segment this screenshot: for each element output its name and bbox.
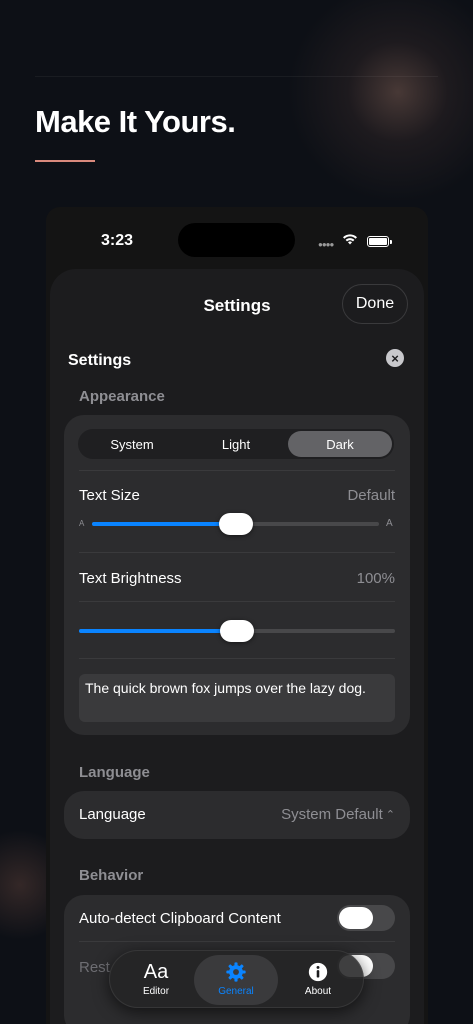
text-brightness-slider-thumb[interactable] xyxy=(220,620,254,642)
divider xyxy=(79,552,395,553)
gear-icon xyxy=(226,962,246,982)
tab-editor[interactable]: Aa Editor xyxy=(114,955,198,1005)
status-bar: 3:23 ●●●● xyxy=(46,207,428,267)
dynamic-island xyxy=(178,223,295,257)
text-size-slider-fill xyxy=(92,522,236,526)
language-group[interactable]: Language System Default ⌃ xyxy=(64,791,410,839)
divider xyxy=(79,470,395,471)
auto-detect-clipboard-toggle[interactable] xyxy=(337,905,395,931)
text-size-value: Default xyxy=(347,487,395,504)
segment-light[interactable]: Light xyxy=(184,431,288,457)
divider xyxy=(79,601,395,602)
text-brightness-label: Text Brightness xyxy=(79,570,182,587)
toggle-knob xyxy=(339,907,373,929)
text-size-label: Text Size xyxy=(79,487,140,504)
close-icon[interactable]: × xyxy=(386,349,404,367)
screen: Make It Yours. 3:23 ●●●● Settings Done S… xyxy=(0,0,473,1024)
tab-general[interactable]: General xyxy=(194,955,278,1005)
info-icon xyxy=(308,962,328,982)
tab-editor-label: Editor xyxy=(142,986,170,997)
segment-system[interactable]: System xyxy=(80,431,184,457)
text-size-large-glyph: A xyxy=(386,518,393,529)
text-preview: The quick brown fox jumps over the lazy … xyxy=(79,674,395,722)
headline: Make It Yours. xyxy=(35,104,236,139)
tab-bar: Aa Editor General About xyxy=(109,950,364,1008)
tab-about[interactable]: About xyxy=(276,955,360,1005)
wifi-icon xyxy=(343,234,357,245)
auto-detect-clipboard-label: Auto-detect Clipboard Content xyxy=(79,910,281,927)
appearance-header: Appearance xyxy=(79,388,165,405)
appearance-group: System Light Dark Text Size Default A A … xyxy=(64,415,410,735)
phone-frame: 3:23 ●●●● Settings Done Settings × Appea… xyxy=(46,207,428,1024)
restore-label: Rest xyxy=(79,959,110,976)
language-label: Language xyxy=(79,806,146,823)
divider xyxy=(79,941,395,942)
settings-sheet: Settings Done Settings × Appearance Syst… xyxy=(50,269,424,1024)
tab-general-label: General xyxy=(218,986,254,997)
appearance-mode-control[interactable]: System Light Dark xyxy=(78,429,394,459)
divider xyxy=(79,658,395,659)
behavior-header: Behavior xyxy=(79,867,144,884)
cellular-icon: ●●●● xyxy=(318,240,334,249)
text-size-small-glyph: A xyxy=(79,519,85,528)
language-picker[interactable]: System Default ⌃ xyxy=(281,806,395,823)
chevron-up-down-icon: ⌃ xyxy=(385,809,395,821)
text-brightness-slider-fill xyxy=(79,629,237,633)
panel-title: Settings xyxy=(68,352,132,369)
done-button[interactable]: Done xyxy=(342,284,408,324)
text-size-slider-thumb[interactable] xyxy=(218,513,253,535)
top-divider xyxy=(35,76,438,77)
battery-icon xyxy=(367,236,392,247)
status-time: 3:23 xyxy=(101,232,134,249)
tab-about-label: About xyxy=(304,986,332,997)
headline-accent-rule xyxy=(35,160,95,162)
language-value: System Default xyxy=(281,806,383,823)
editor-aa-icon: Aa xyxy=(143,961,169,983)
text-brightness-value: 100% xyxy=(356,570,395,587)
language-header: Language xyxy=(79,764,150,781)
segment-dark[interactable]: Dark xyxy=(288,431,392,457)
